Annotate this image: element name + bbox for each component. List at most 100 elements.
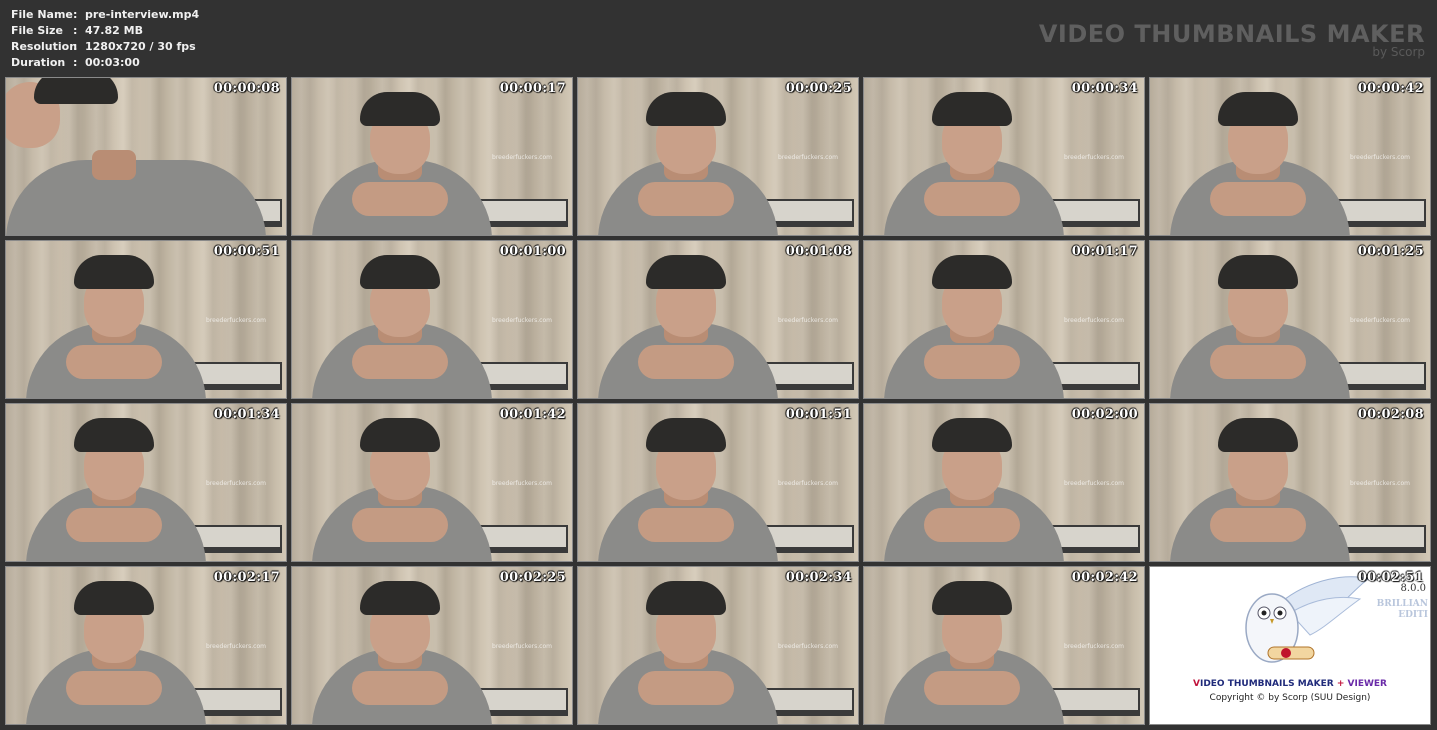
timestamp: 00:02:00: [1071, 407, 1138, 422]
chair: [1052, 688, 1140, 716]
cap: [646, 581, 726, 615]
hands: [638, 345, 734, 379]
info-separator: :: [73, 40, 78, 53]
timestamp: 00:01:34: [213, 407, 280, 422]
timestamp: 00:02:25: [499, 570, 566, 585]
chair: [1338, 362, 1426, 390]
video-thumbnail: breederfuckers.com 00:01:00: [291, 240, 573, 399]
video-thumbnail: breederfuckers.com 00:01:17: [863, 240, 1145, 399]
info-separator: :: [73, 24, 78, 37]
brand-title: VIDEO THUMBNAILS MAKER: [1038, 20, 1425, 48]
info-row-resolution: Resolution : 1280x720 / 30 fps: [11, 39, 199, 55]
chair: [1052, 525, 1140, 553]
cap: [646, 418, 726, 452]
site-watermark: breederfuckers.com: [778, 317, 838, 324]
chair: [1052, 199, 1140, 227]
timestamp: 00:01:51: [785, 407, 852, 422]
hands: [638, 671, 734, 705]
timestamp: 00:02:34: [785, 570, 852, 585]
info-label: File Size: [11, 24, 63, 37]
timestamp: 00:00:25: [785, 81, 852, 96]
hands: [924, 345, 1020, 379]
video-thumbnail: breederfuckers.com 00:01:42: [291, 403, 573, 562]
video-thumbnail: breederfuckers.com 00:01:25: [1149, 240, 1431, 399]
info-separator: :: [73, 8, 78, 21]
timestamp: 00:02:17: [213, 570, 280, 585]
hands: [66, 671, 162, 705]
chair: [1338, 199, 1426, 227]
hands: [66, 508, 162, 542]
timestamp: 00:00:51: [213, 244, 280, 259]
chair: [194, 688, 282, 716]
video-thumbnail: breederfuckers.com 00:02:00: [863, 403, 1145, 562]
timestamp: 00:01:08: [785, 244, 852, 259]
hands: [352, 345, 448, 379]
chair: [480, 525, 568, 553]
site-watermark: breederfuckers.com: [1064, 317, 1124, 324]
info-value: 1280x720 / 30 fps: [85, 40, 196, 53]
hands: [924, 508, 1020, 542]
video-thumbnail: breederfuckers.com 00:02:25: [291, 566, 573, 725]
chair: [766, 525, 854, 553]
site-watermark: breederfuckers.com: [778, 480, 838, 487]
cap: [932, 418, 1012, 452]
brand-watermark: VIDEO THUMBNAILS MAKER by Scorp: [1039, 20, 1425, 59]
site-watermark: breederfuckers.com: [492, 317, 552, 324]
chair: [1338, 525, 1426, 553]
hands: [1210, 508, 1306, 542]
site-watermark: breederfuckers.com: [492, 643, 552, 650]
hands: [924, 671, 1020, 705]
timestamp: 00:01:25: [1357, 244, 1424, 259]
product-name-rest: IDEO THUMBNAILS MAKER: [1199, 679, 1334, 689]
chair: [766, 199, 854, 227]
video-thumbnail: breederfuckers.com 00:00:51: [5, 240, 287, 399]
cap: [646, 255, 726, 289]
info-value: 47.82 MB: [85, 24, 143, 37]
cap: [1218, 418, 1298, 452]
info-label: Resolution: [11, 40, 78, 53]
timestamp: 00:02:42: [1071, 570, 1138, 585]
hands: [924, 182, 1020, 216]
chair: [194, 362, 282, 390]
site-watermark: breederfuckers.com: [1064, 643, 1124, 650]
cap: [74, 255, 154, 289]
edition-label: BRILLIAN EDITI: [1377, 599, 1428, 621]
header: File Name : pre-interview.mp4 File Size …: [0, 0, 1437, 76]
info-label: Duration: [11, 56, 66, 69]
video-thumbnail: breederfuckers.com 00:01:51: [577, 403, 859, 562]
shirt: [6, 160, 266, 235]
cap: [34, 78, 118, 104]
video-thumbnail: breederfuckers.com 00:02:17: [5, 566, 287, 725]
cap: [360, 581, 440, 615]
site-watermark: breederfuckers.com: [206, 317, 266, 324]
video-thumbnail: breederfuckers.com 00:00:34: [863, 77, 1145, 236]
site-watermark: breederfuckers.com: [778, 643, 838, 650]
info-value: pre-interview.mp4: [85, 8, 200, 21]
hands: [352, 182, 448, 216]
cap: [932, 581, 1012, 615]
product-name: VIDEO THUMBNAILS MAKER + VIEWER: [1150, 679, 1430, 689]
info-row-duration: Duration : 00:03:00: [11, 55, 199, 71]
file-info: File Name : pre-interview.mp4 File Size …: [11, 7, 199, 71]
info-row-file-name: File Name : pre-interview.mp4: [11, 7, 199, 23]
timestamp: 00:01:42: [499, 407, 566, 422]
info-label: File Name: [11, 8, 73, 21]
hands: [352, 671, 448, 705]
version-label: 8.0.0: [1400, 583, 1426, 594]
video-thumbnail: breederfuckers.com 00:00:42: [1149, 77, 1431, 236]
app-logo-tile: 00:02:51 8.0.0 BRILLIAN EDITI VIDEO THUM…: [1149, 566, 1431, 725]
cap: [932, 92, 1012, 126]
hands: [66, 345, 162, 379]
timestamp: 00:01:00: [499, 244, 566, 259]
site-watermark: breederfuckers.com: [206, 480, 266, 487]
copyright-text: Copyright © by Scorp (SUU Design): [1209, 693, 1371, 703]
hands: [1210, 345, 1306, 379]
video-thumbnail: breederfuckers.com 00:01:34: [5, 403, 287, 562]
timestamp: 00:02:08: [1357, 407, 1424, 422]
video-thumbnail: breederfuckers.com 00:00:25: [577, 77, 859, 236]
edition-line: EDITI: [1398, 610, 1428, 620]
site-watermark: breederfuckers.com: [1350, 317, 1410, 324]
timestamp: 00:00:42: [1357, 81, 1424, 96]
site-watermark: breederfuckers.com: [1350, 480, 1410, 487]
product-viewer: VIEWER: [1347, 679, 1387, 689]
